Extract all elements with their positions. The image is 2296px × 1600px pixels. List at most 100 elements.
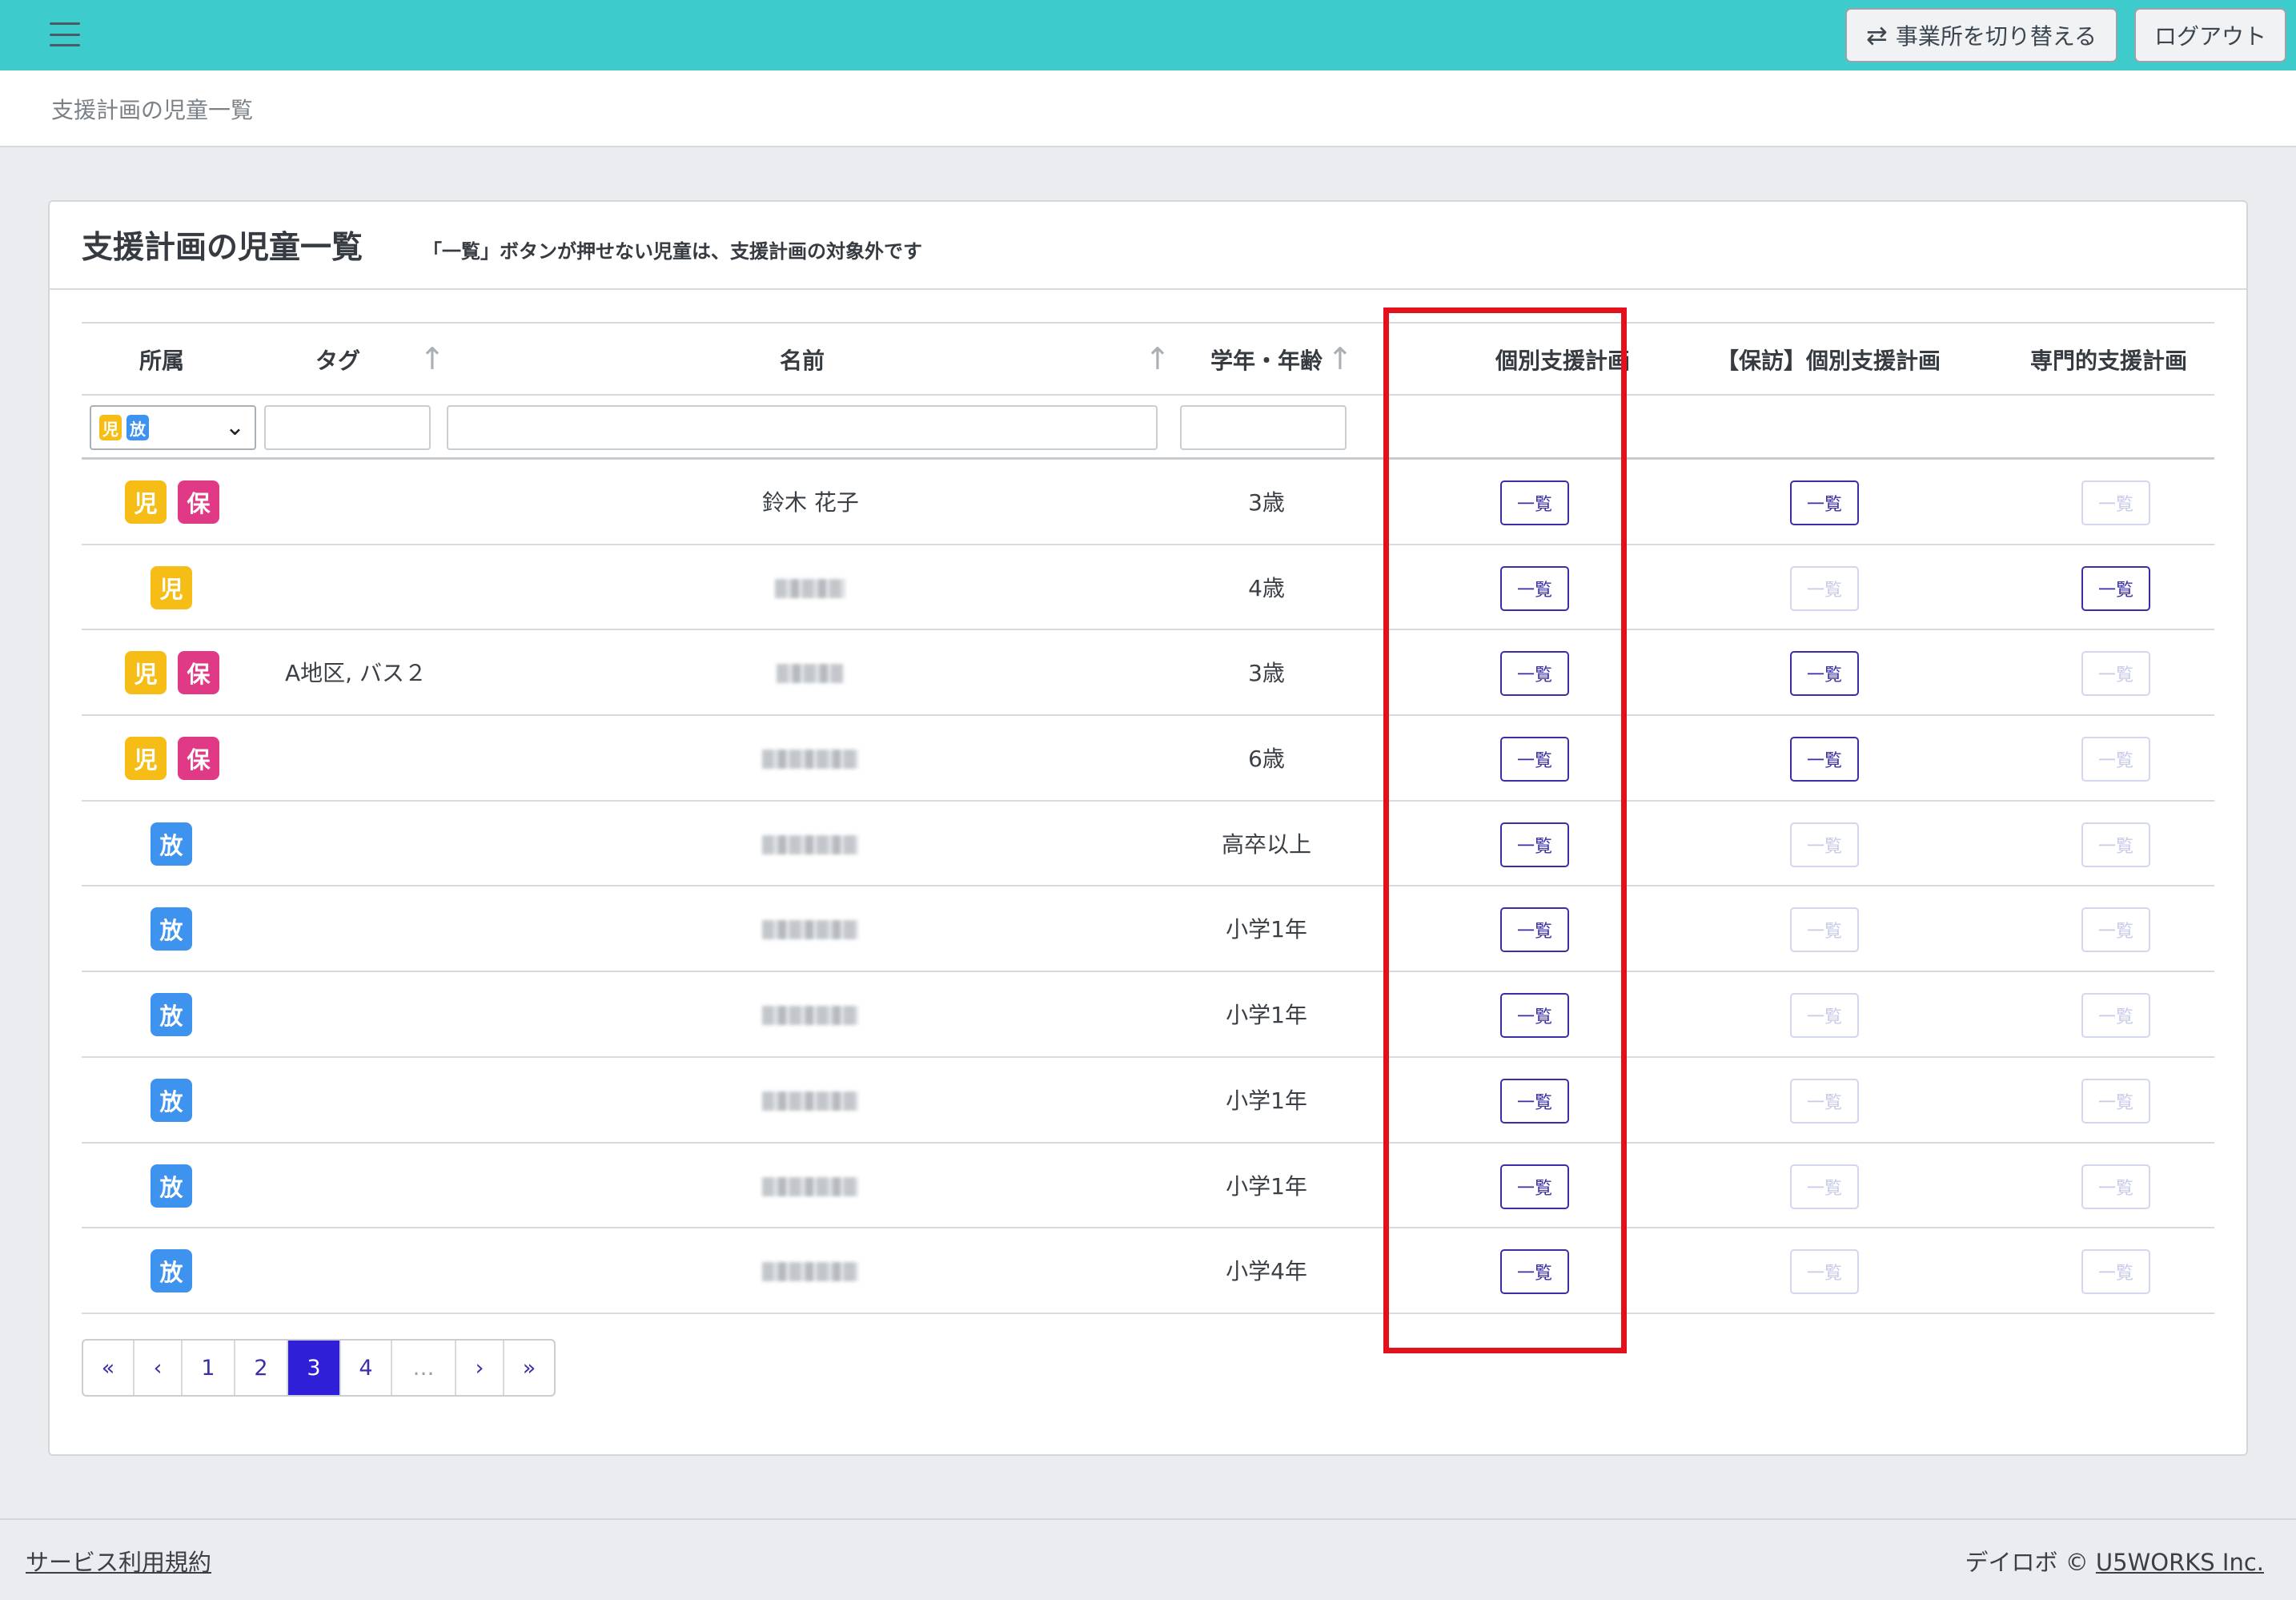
hoho-plan-list-button[interactable]: 一覧 <box>1790 480 1859 525</box>
col-special-plan: 専門的支援計画 <box>2029 348 2187 374</box>
blurred-name <box>762 1262 858 1282</box>
special-plan-list-button: 一覧 <box>2081 907 2150 953</box>
page-3[interactable]: 3 <box>288 1341 341 1395</box>
affiliation-filter-select[interactable]: 児 放 ⌄ <box>90 405 256 450</box>
copyright-prefix: デイロボ © <box>1965 1549 2096 1576</box>
top-navbar: ⇄ 事業所を切り替える ログアウト <box>0 0 2296 70</box>
plan-list-button[interactable]: 一覧 <box>1500 1164 1569 1209</box>
table-row: 放 小学1年 一覧 一覧 一覧 <box>82 886 2214 973</box>
hoho-plan-list-button: 一覧 <box>1790 1164 1859 1209</box>
blurred-name <box>762 1006 858 1026</box>
affiliation-badge: 保 <box>178 737 219 781</box>
table-row: 放 小学1年 一覧 一覧 一覧 <box>82 972 2214 1058</box>
switch-office-button[interactable]: ⇄ 事業所を切り替える <box>1845 8 2117 62</box>
sort-name-arrow-icon[interactable]: ↑ <box>1145 341 1170 376</box>
name-filter-input[interactable] <box>447 405 1158 450</box>
affiliation-badge: 放 <box>151 1249 192 1293</box>
hamburger-icon[interactable] <box>50 22 80 46</box>
tag-cell: A地区, バス２ <box>285 660 427 687</box>
special-plan-list-button[interactable]: 一覧 <box>2081 565 2150 611</box>
table-row: 児保 A地区, バス２ 3歳 一覧 一覧 一覧 <box>82 630 2214 717</box>
col-affiliation: 所属 <box>138 348 184 374</box>
hoho-plan-list-button: 一覧 <box>1790 822 1859 867</box>
table-body: 児保鈴木 花子 3歳 一覧 一覧 一覧児 4歳 一覧 一覧 一覧児保 A地区, バス２ 3歳 一覧 一覧… <box>82 460 2214 1314</box>
children-list-card: 支援計画の児童一覧 「一覧」ボタンが押せない児童は、支援計画の対象外です 所属 … <box>48 200 2248 1456</box>
page-2[interactable]: 2 <box>235 1341 288 1395</box>
col-plan: 個別支援計画 <box>1495 348 1630 374</box>
special-plan-list-button: 一覧 <box>2081 651 2150 697</box>
blurred-name <box>777 664 844 684</box>
card-header: 支援計画の児童一覧 「一覧」ボタンが押せない児童は、支援計画の対象外です <box>50 202 2246 290</box>
sort-grade-arrow-icon[interactable]: ↑ <box>1327 341 1353 376</box>
table-row: 放 小学4年 一覧 一覧 一覧 <box>82 1228 2214 1314</box>
affiliation-badge: 放 <box>151 822 192 866</box>
grade-filter-input[interactable] <box>1180 405 1347 450</box>
affiliation-badge: 放 <box>151 1078 192 1122</box>
swap-arrows-icon: ⇄ <box>1866 20 1888 50</box>
plan-list-button[interactable]: 一覧 <box>1500 737 1569 782</box>
page-prev[interactable]: ‹ <box>134 1341 183 1395</box>
blurred-name <box>762 1176 858 1196</box>
logout-button[interactable]: ログアウト <box>2134 8 2286 62</box>
special-plan-list-button: 一覧 <box>2081 822 2150 867</box>
table-row: 児保 6歳 一覧 一覧 一覧 <box>82 716 2214 802</box>
chevron-down-icon: ⌄ <box>224 413 245 441</box>
affiliation-badge: 放 <box>151 907 192 951</box>
blurred-name <box>762 1091 858 1111</box>
grade-cell: 小学1年 <box>1226 916 1307 943</box>
page-next[interactable]: › <box>456 1341 504 1395</box>
grade-cell: 小学4年 <box>1226 1258 1307 1285</box>
special-plan-list-button: 一覧 <box>2081 1078 2150 1124</box>
page-title: 支援計画の児童一覧 <box>82 230 363 266</box>
hoho-plan-list-button[interactable]: 一覧 <box>1790 651 1859 697</box>
hoho-plan-list-button: 一覧 <box>1790 907 1859 953</box>
affiliation-badge: 児 <box>125 480 167 524</box>
special-plan-list-button: 一覧 <box>2081 480 2150 525</box>
plan-list-button[interactable]: 一覧 <box>1500 1249 1569 1295</box>
grade-cell: 小学1年 <box>1226 1087 1307 1114</box>
col-grade: 学年・年齢 <box>1210 348 1323 374</box>
page-ellipsis: … <box>392 1341 456 1395</box>
hoho-plan-list-button: 一覧 <box>1790 993 1859 1039</box>
plan-list-button[interactable]: 一覧 <box>1500 993 1569 1039</box>
pagination: « ‹ 1 2 3 4 … › » <box>82 1339 556 1397</box>
tag-filter-input[interactable] <box>264 405 431 450</box>
blurred-name <box>762 834 858 854</box>
grade-cell: 小学1年 <box>1226 1172 1307 1200</box>
plan-list-button[interactable]: 一覧 <box>1500 651 1569 697</box>
blurred-name <box>762 750 858 770</box>
table-row: 放 高卒以上 一覧 一覧 一覧 <box>82 802 2214 887</box>
sort-tag-arrow-icon[interactable]: ↑ <box>419 341 445 376</box>
affiliation-badge: 放 <box>151 1164 192 1208</box>
special-plan-list-button: 一覧 <box>2081 737 2150 782</box>
terms-link[interactable]: サービス利用規約 <box>26 1544 211 1578</box>
hoho-plan-list-button: 一覧 <box>1790 565 1859 611</box>
page-last[interactable]: » <box>504 1341 554 1395</box>
plan-list-button[interactable]: 一覧 <box>1500 822 1569 867</box>
grade-cell: 4歳 <box>1248 574 1285 601</box>
filter-badge-ji: 児 <box>99 415 122 440</box>
table-row: 放 小学1年 一覧 一覧 一覧 <box>82 1144 2214 1229</box>
switch-office-label: 事業所を切り替える <box>1895 23 2097 50</box>
filter-row: 児 放 ⌄ <box>82 396 2214 460</box>
grade-cell: 高卒以上 <box>1221 830 1311 858</box>
page-4[interactable]: 4 <box>341 1341 392 1395</box>
page-first[interactable]: « <box>83 1341 134 1395</box>
plan-list-button[interactable]: 一覧 <box>1500 480 1569 525</box>
plan-list-button[interactable]: 一覧 <box>1500 907 1569 953</box>
hoho-plan-list-button[interactable]: 一覧 <box>1790 737 1859 782</box>
table-row: 児保 鈴木 花子 3歳 一覧 一覧 一覧 <box>82 460 2214 545</box>
breadcrumb: 支援計画の児童一覧 <box>51 97 254 123</box>
breadcrumb-bar: 支援計画の児童一覧 <box>0 70 2296 147</box>
plan-list-button[interactable]: 一覧 <box>1500 565 1569 611</box>
children-table: 所属 タグ ↑ 名前 ↑ 学年・年齢 ↑ 個別支援計画 【保訪】個別支援計画 専… <box>82 322 2214 1314</box>
company-link[interactable]: U5WORKS Inc. <box>2096 1549 2264 1576</box>
special-plan-list-button: 一覧 <box>2081 1164 2150 1209</box>
card-note: 「一覧」ボタンが押せない児童は、支援計画の対象外です <box>423 240 922 263</box>
special-plan-list-button: 一覧 <box>2081 1249 2150 1295</box>
affiliation-badge: 児 <box>125 737 167 781</box>
table-row: 児 4歳 一覧 一覧 一覧 <box>82 545 2214 631</box>
page-1[interactable]: 1 <box>183 1341 235 1395</box>
plan-list-button[interactable]: 一覧 <box>1500 1078 1569 1124</box>
blurred-name <box>762 920 858 940</box>
